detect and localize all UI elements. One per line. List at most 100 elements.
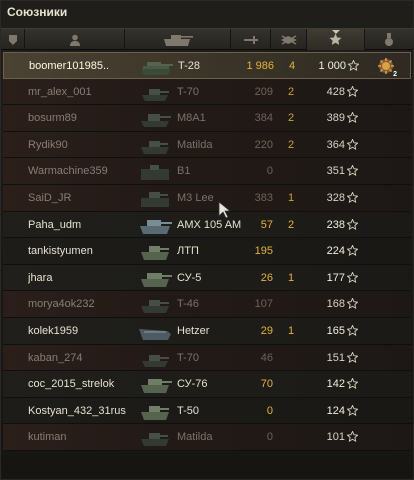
- frags-value: 2: [287, 138, 295, 151]
- award-medal-icon[interactable]: 2: [377, 57, 397, 78]
- xp-value: 238: [326, 218, 345, 231]
- star-icon: [347, 404, 358, 416]
- vehicle-name: T-46: [177, 298, 200, 311]
- damage-value: 383: [254, 191, 273, 204]
- list-item[interactable]: coc_2015_strelok СУ-76 70 142: [3, 371, 411, 398]
- player-name: kutiman: [28, 431, 67, 444]
- list-item[interactable]: bosurm89 M8A1 384 2 389: [3, 105, 411, 132]
- xp-value: 177: [326, 271, 345, 284]
- column-xp[interactable]: [307, 29, 365, 50]
- xp-value: 151: [326, 351, 345, 364]
- player-name: bosurm89: [28, 112, 77, 125]
- frags-value: 2: [287, 218, 295, 231]
- frags-icon: [280, 34, 297, 45]
- vehicle-name: T-50: [177, 404, 200, 417]
- vehicle-name: ЛТП: [177, 245, 199, 258]
- frags-value: 1: [287, 271, 295, 284]
- damage-value: 1 986: [246, 60, 274, 72]
- player-name: tankistyumen: [28, 245, 93, 258]
- column-damage[interactable]: [231, 29, 271, 50]
- star-icon: [347, 298, 358, 310]
- list-item[interactable]: kolek1959 Hetzer 29 1 165: [3, 317, 411, 345]
- list-item[interactable]: tankistyumen ЛТП 195 224: [3, 238, 411, 265]
- list-item[interactable]: Rydik90 Matilda 220 2 364: [3, 131, 411, 159]
- tank-icon: [141, 191, 169, 207]
- frags-value: 1: [287, 324, 295, 337]
- xp-value: 1 000: [318, 60, 346, 72]
- damage-value: 46: [260, 351, 273, 364]
- xp-value: 168: [326, 298, 345, 311]
- damage-icon: [243, 35, 258, 44]
- tank-icon: [141, 300, 169, 314]
- column-player[interactable]: [25, 29, 125, 50]
- star-icon: [347, 271, 358, 283]
- player-name: morya4ok232: [28, 298, 95, 311]
- player-name: boomer101985..: [29, 60, 110, 72]
- column-platoon[interactable]: [1, 29, 25, 50]
- xp-value: 389: [326, 112, 345, 125]
- list-item[interactable]: kutiman Matilda 0 101: [3, 424, 411, 451]
- tank-icon: [141, 140, 169, 154]
- player-name: Kostyan_432_31rus: [28, 404, 126, 417]
- list-item[interactable]: jhara СУ-5 26 1 177: [3, 264, 411, 292]
- tank-icon: [141, 246, 169, 261]
- player-name: mr_alex_001: [28, 85, 92, 98]
- xp-value: 351: [326, 165, 345, 178]
- list-item[interactable]: kaban_274 T-70 46 151: [3, 344, 411, 372]
- mouse-cursor-icon: [218, 201, 232, 219]
- player-name: Rydik90: [28, 138, 68, 151]
- vehicle-name: Matilda: [177, 138, 213, 151]
- player-name: Paha_udm: [28, 218, 82, 231]
- list-item[interactable]: boomer101985.. T-28 1 986 4 1 000 2: [3, 52, 411, 79]
- star-icon: [347, 351, 358, 363]
- allies-panel: Союзники boomer101985.. T-28 1 986 4 1 0…: [0, 0, 414, 480]
- damage-value: 209: [254, 85, 273, 98]
- star-icon: [347, 245, 358, 257]
- list-item[interactable]: morya4ok232 T-46 107 168: [3, 291, 411, 318]
- xp-value: 224: [326, 245, 345, 258]
- tank-icon: [141, 405, 169, 420]
- damage-value: 70: [260, 378, 273, 391]
- damage-value: 29: [260, 324, 273, 337]
- star-icon: [347, 218, 358, 230]
- list-item[interactable]: Paha_udm AMX 105 AM 57 2 238: [3, 211, 411, 239]
- tank-icon: [141, 62, 173, 75]
- list-item[interactable]: mr_alex_001 T-70 209 2 428: [3, 78, 411, 106]
- column-header: [1, 28, 414, 50]
- player-icon: [69, 34, 80, 46]
- player-name: coc_2015_strelok: [28, 378, 115, 391]
- xp-value: 328: [326, 191, 345, 204]
- platoon-icon: [8, 34, 17, 45]
- allies-list: boomer101985.. T-28 1 986 4 1 000 2 mr_a…: [3, 52, 411, 451]
- vehicle-name: M8A1: [177, 112, 206, 125]
- star-icon: [347, 378, 358, 390]
- damage-value: 0: [266, 165, 273, 178]
- xp-value: 165: [326, 324, 345, 337]
- column-awards[interactable]: [365, 29, 413, 50]
- vehicle-name: СУ-5: [177, 271, 202, 284]
- star-icon: [347, 324, 358, 336]
- star-icon: [347, 112, 358, 124]
- tank-icon: [139, 328, 171, 340]
- tank-icon: [142, 88, 169, 101]
- tank-icon: [141, 165, 169, 181]
- list-item[interactable]: Warmachine359 B1 0 351: [3, 158, 411, 185]
- vehicle-name: B1: [177, 165, 191, 178]
- vehicle-name: Matilda: [177, 431, 213, 444]
- damage-value: 26: [260, 271, 273, 284]
- damage-value: 384: [254, 112, 273, 125]
- damage-value: 195: [254, 245, 273, 258]
- xp-value: 364: [326, 138, 345, 151]
- vehicle-name: T-28: [178, 60, 201, 72]
- medal-count: 2: [393, 71, 397, 78]
- tank-silhouette-icon: [163, 34, 193, 46]
- frags-value: 2: [287, 112, 295, 125]
- xp-value: 124: [326, 404, 345, 417]
- column-vehicle[interactable]: [125, 29, 231, 50]
- column-frags[interactable]: [271, 29, 307, 50]
- frags-value: 2: [287, 85, 295, 98]
- list-item[interactable]: SaiD_JR M3 Lee 383 1 328: [3, 184, 411, 212]
- vehicle-name: СУ-76: [177, 378, 208, 391]
- star-icon: [347, 85, 358, 97]
- list-item[interactable]: Kostyan_432_31rus T-50 0 124: [3, 397, 411, 425]
